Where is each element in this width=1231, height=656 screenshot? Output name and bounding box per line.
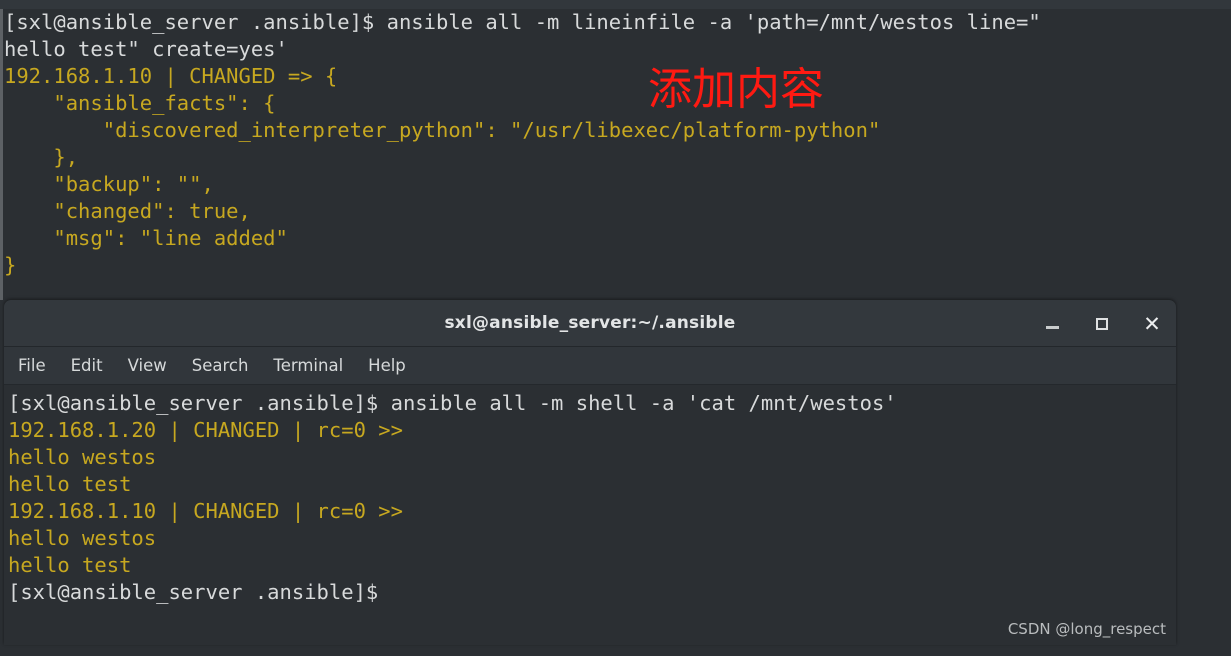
screenshot-root: [sxl@ansible_server .ansible]$ ansible a… <box>0 0 1231 656</box>
menu-item-edit[interactable]: Edit <box>71 356 103 375</box>
window-title: sxl@ansible_server:~/.ansible <box>444 313 736 333</box>
terminal-output-line: hello test <box>8 472 132 496</box>
annotation-add-content: 添加内容 <box>648 64 824 115</box>
window-titlebar[interactable]: sxl@ansible_server:~/.ansible ✕ <box>4 300 1176 347</box>
close-button[interactable]: ✕ <box>1142 311 1162 336</box>
terminal-body[interactable]: [sxl@ansible_server .ansible]$ ansible a… <box>4 385 1176 645</box>
window-menubar: File Edit View Search Terminal Help <box>4 347 1176 385</box>
terminal-window[interactable]: sxl@ansible_server:~/.ansible ✕ File Edit… <box>4 300 1176 645</box>
menu-item-file[interactable]: File <box>18 356 46 375</box>
menu-item-view[interactable]: View <box>128 356 167 375</box>
background-terminal-line: hello test" create=yes' <box>4 37 288 61</box>
maximize-icon <box>1096 317 1108 330</box>
minimize-icon <box>1045 325 1059 329</box>
background-terminal-line: "ansible_facts": { <box>4 91 276 115</box>
minimize-button[interactable] <box>1042 314 1062 334</box>
window-controls: ✕ <box>1042 300 1162 347</box>
terminal-output-line: hello westos <box>8 526 157 550</box>
background-terminal-line: "discovered_interpreter_python": "/usr/l… <box>4 118 881 142</box>
background-terminal-line: "msg": "line added" <box>4 226 288 250</box>
maximize-button[interactable] <box>1092 314 1112 334</box>
menu-item-terminal[interactable]: Terminal <box>273 356 343 375</box>
terminal-output-line: hello test <box>8 553 132 577</box>
background-terminal-left-edge <box>0 9 3 300</box>
menu-item-search[interactable]: Search <box>192 356 249 375</box>
terminal-output-lines: [sxl@ansible_server .ansible]$ ansible a… <box>8 390 1176 606</box>
menu-item-help[interactable]: Help <box>368 356 406 375</box>
background-terminal-line: [sxl@ansible_server .ansible]$ ansible a… <box>4 10 1041 34</box>
terminal-output-line: [sxl@ansible_server .ansible]$ <box>8 580 379 604</box>
background-terminal-line: }, <box>4 145 79 169</box>
terminal-output-line: 192.168.1.20 | CHANGED | rc=0 >> <box>8 418 403 442</box>
background-terminal-line: } <box>4 253 17 277</box>
background-terminal-line: "backup": "", <box>4 172 214 196</box>
background-terminal[interactable]: [sxl@ansible_server .ansible]$ ansible a… <box>0 0 1231 300</box>
background-terminal-top-strip <box>0 0 1231 9</box>
terminal-output-line: 192.168.1.10 | CHANGED | rc=0 >> <box>8 499 403 523</box>
background-terminal-line: "changed": true, <box>4 199 251 223</box>
background-terminal-lines: [sxl@ansible_server .ansible]$ ansible a… <box>4 9 1231 279</box>
background-terminal-line: 192.168.1.10 | CHANGED => { <box>4 64 338 88</box>
terminal-output-line: [sxl@ansible_server .ansible]$ ansible a… <box>8 391 897 415</box>
close-icon: ✕ <box>1143 311 1161 336</box>
terminal-output-line: hello westos <box>8 445 157 469</box>
watermark: CSDN @long_respect <box>1007 620 1166 638</box>
